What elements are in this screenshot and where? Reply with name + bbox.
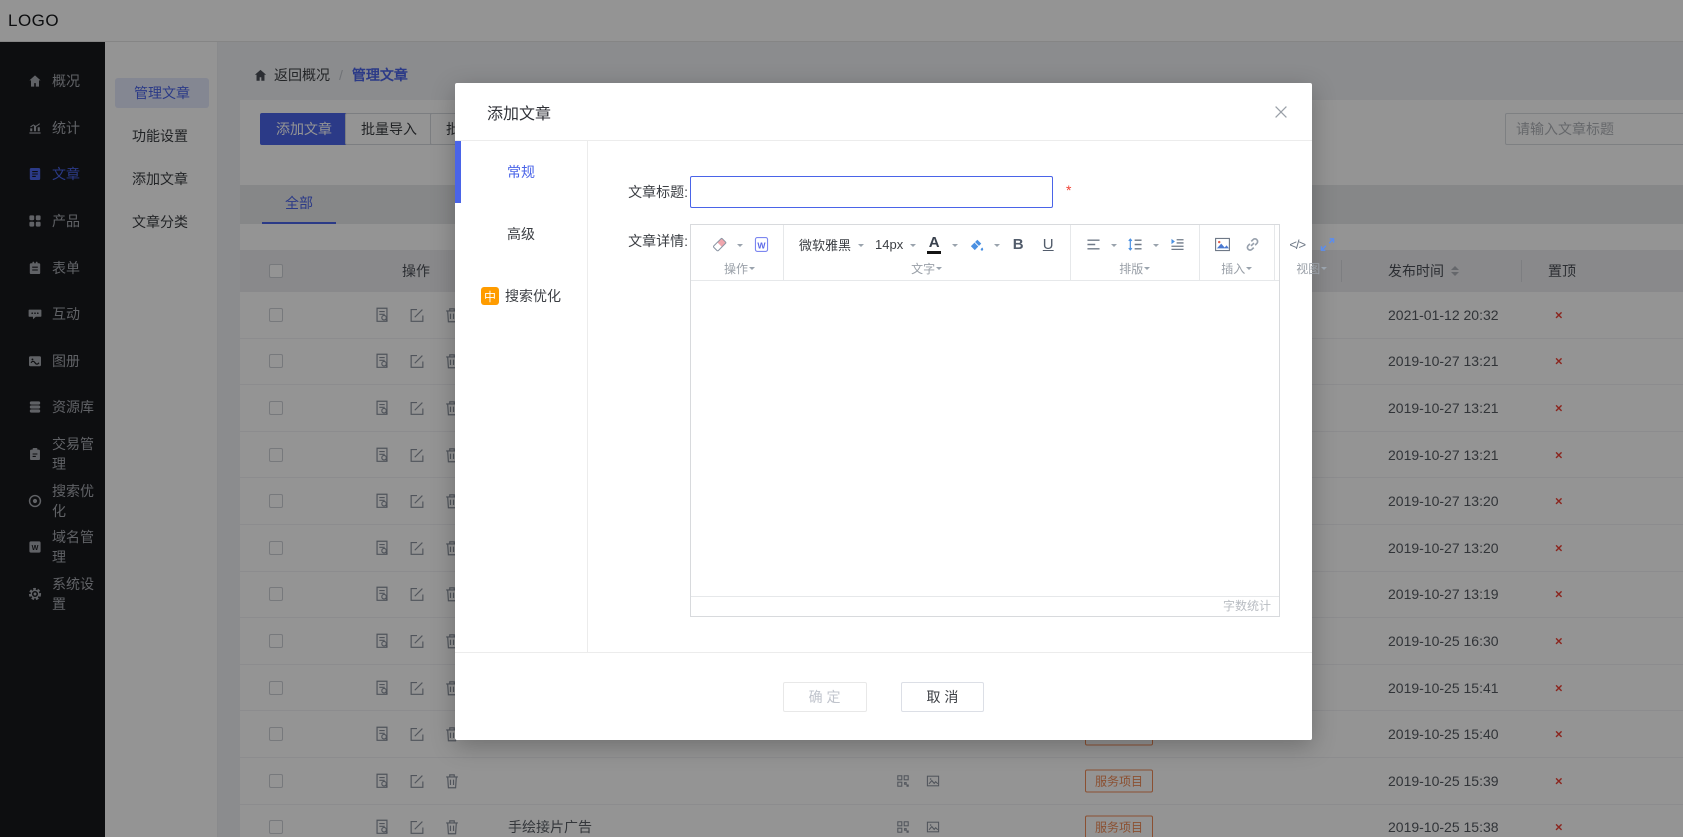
toolbar-group-label-0[interactable]: 操作 <box>706 260 774 278</box>
toolbar-group-label-3[interactable]: 插入 <box>1209 260 1265 278</box>
dialog-form: 文章标题: * 文章详情: W操作微软雅黑14pxABU文字排版插入</>视图 … <box>588 141 1312 652</box>
font-size-select[interactable]: 14px <box>869 237 905 252</box>
font-name-select[interactable]: 微软雅黑 <box>793 235 853 254</box>
indent-button[interactable] <box>1166 233 1188 257</box>
dialog-tab-rail: 常规高级中搜索优化 <box>455 141 588 652</box>
chevron-down-icon[interactable] <box>1153 244 1159 250</box>
fullscreen-button[interactable] <box>1316 233 1338 257</box>
toolbar-group-2: 排版 <box>1071 225 1200 280</box>
confirm-button[interactable]: 确 定 <box>783 682 867 712</box>
chevron-down-icon[interactable] <box>1111 244 1117 250</box>
article-title-label: 文章标题: <box>588 176 688 208</box>
highlight-button[interactable] <box>965 233 987 257</box>
align-button[interactable] <box>1082 233 1104 257</box>
word-import-button[interactable]: W <box>750 233 772 257</box>
toolbar-group-1: 微软雅黑 14px A BU 文字 <box>784 225 1071 280</box>
toolbar-icons-row <box>1080 230 1190 260</box>
eraser-button[interactable] <box>708 233 730 257</box>
code-button[interactable]: </> <box>1286 233 1308 257</box>
bold-button[interactable]: B <box>1007 233 1029 257</box>
modal-tab-1[interactable]: 高级 <box>455 203 587 265</box>
underline-button[interactable]: U <box>1037 233 1059 257</box>
editor-status-bar: 字数统计 <box>691 596 1279 616</box>
toolbar-icons-row: </> <box>1284 230 1340 260</box>
chevron-down-icon[interactable] <box>910 244 916 250</box>
toolbar-icons-row: W <box>706 230 774 260</box>
chevron-down-icon[interactable] <box>952 244 958 250</box>
link-button[interactable] <box>1241 233 1263 257</box>
toolbar-group-label-2[interactable]: 排版 <box>1080 260 1190 278</box>
image-button[interactable] <box>1211 233 1233 257</box>
modal-tab-label: 搜索优化 <box>505 286 561 306</box>
font-color-button[interactable]: A <box>923 233 945 257</box>
chevron-down-icon[interactable] <box>858 244 864 250</box>
toolbar-group-label-1[interactable]: 文字 <box>793 260 1061 278</box>
add-article-dialog: 添加文章 常规高级中搜索优化 文章标题: * 文章详情: W 操作 微软雅黑 14px… <box>455 83 1312 740</box>
toolbar-group-3: 插入 <box>1200 225 1275 280</box>
app-window: LOGO 概况统计文章产品表单互动图册资源库交易管理搜索优化W域名管理系统设置 … <box>0 0 1683 837</box>
toolbar-group-0: W 操作 <box>697 225 784 280</box>
dialog-title: 添加文章 <box>487 100 551 124</box>
rich-text-editor: W操作微软雅黑14pxABU文字排版插入</>视图 字数统计 <box>690 224 1280 617</box>
svg-text:W: W <box>757 240 766 250</box>
line-height-button[interactable] <box>1124 233 1146 257</box>
cancel-button[interactable]: 取 消 <box>901 682 985 712</box>
toolbar-group-label-4[interactable]: 视图 <box>1284 260 1340 278</box>
required-asterisk: * <box>1066 182 1071 198</box>
cn-badge-icon: 中 <box>481 287 499 305</box>
chevron-down-icon[interactable] <box>737 244 743 250</box>
word-count-label[interactable]: 字数统计 <box>1223 599 1271 613</box>
dialog-header: 添加文章 <box>455 83 1312 141</box>
active-tab-bar <box>455 141 461 203</box>
close-icon[interactable] <box>1272 103 1290 121</box>
article-detail-label: 文章详情: <box>588 225 688 257</box>
modal-tab-label: 高级 <box>507 224 535 244</box>
toolbar-icons-row: 微软雅黑 14px A BU <box>793 230 1061 260</box>
toolbar-icons-row <box>1209 230 1265 260</box>
editor-content-area[interactable] <box>691 282 1279 596</box>
chevron-down-icon[interactable] <box>994 244 1000 250</box>
editor-toolbar: W操作微软雅黑14pxABU文字排版插入</>视图 <box>691 225 1279 281</box>
toolbar-group-4: </> 视图 <box>1275 225 1349 280</box>
modal-tab-2[interactable]: 中搜索优化 <box>455 265 587 327</box>
modal-tab-0[interactable]: 常规 <box>455 141 587 203</box>
dialog-footer: 确 定 取 消 <box>455 652 1312 740</box>
modal-tab-label: 常规 <box>507 162 535 182</box>
article-title-input[interactable] <box>690 176 1053 208</box>
